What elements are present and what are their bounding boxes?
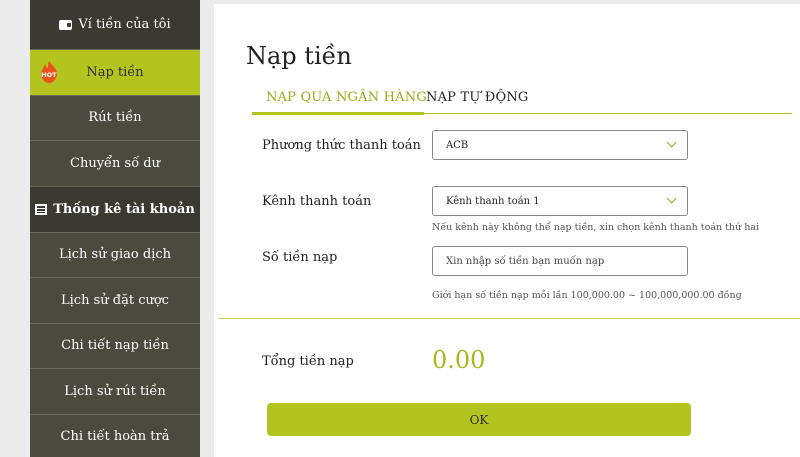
amount-input[interactable]: Xin nhập số tiền bạn muốn nạp	[432, 246, 688, 276]
chevron-down-icon	[666, 137, 677, 148]
table-icon	[35, 203, 48, 215]
payment-method-value: ACB	[446, 139, 469, 151]
ok-button[interactable]: OK	[267, 403, 691, 436]
wallet-icon	[59, 19, 73, 30]
tab-auto-deposit[interactable]: NẠP TỰ ĐỘNG	[426, 90, 529, 105]
sidebar-header-wallet[interactable]: Ví tiền của tôi	[30, 0, 200, 50]
sidebar-item-withdraw-history[interactable]: Lịch sử rút tiền	[30, 369, 200, 415]
chevron-down-icon	[666, 193, 677, 204]
sidebar-item-label: Chuyển số dư	[70, 155, 160, 171]
deposit-panel: Nạp tiền NẠP QUA NGÂN HÀNG NẠP TỰ ĐỘNG P…	[214, 4, 800, 457]
sidebar-item-label: Rút tiền	[88, 110, 142, 126]
total-value: 0.00	[432, 346, 486, 374]
sidebar-item-label: Nạp tiền	[86, 64, 144, 80]
sidebar-item-label: Lịch sử rút tiền	[64, 383, 166, 399]
tab-bar: NẠP QUA NGÂN HÀNG NẠP TỰ ĐỘNG	[252, 90, 792, 115]
channel-select[interactable]: Kênh thanh toán 1	[432, 186, 688, 216]
page-title: Nạp tiền	[246, 42, 352, 70]
sidebar-item-deposit-details[interactable]: Chi tiết nạp tiền	[30, 324, 200, 369]
channel-label: Kênh thanh toán	[262, 194, 372, 209]
amount-hint: Giới hạn số tiền nạp mỗi lần 100,000.00 …	[432, 290, 742, 301]
sidebar-item-bet-history[interactable]: Lịch sử đặt cược	[30, 278, 200, 324]
sidebar-header-label: Thống kê tài khoản	[53, 201, 195, 217]
total-label: Tổng tiền nạp	[262, 354, 354, 369]
sidebar: Ví tiền của tôi HOT Nạp tiền Rút tiền Ch…	[30, 0, 200, 457]
sidebar-item-label: Lịch sử đặt cược	[61, 292, 169, 308]
divider	[218, 318, 800, 319]
channel-hint: Nếu kênh này không thể nạp tiền, xin chọ…	[432, 222, 760, 233]
sidebar-item-label: Chi tiết hoàn trả	[60, 429, 170, 445]
tab-bank-deposit[interactable]: NẠP QUA NGÂN HÀNG	[266, 90, 427, 105]
svg-text:HOT: HOT	[41, 71, 57, 79]
sidebar-item-label: Lịch sử giao dịch	[58, 247, 172, 263]
payment-method-select[interactable]: ACB	[432, 130, 688, 160]
sidebar-item-deposit[interactable]: HOT Nạp tiền	[30, 50, 200, 96]
payment-method-label: Phương thức thanh toán	[262, 138, 421, 153]
sidebar-header-stats[interactable]: Thống kê tài khoản	[30, 186, 200, 233]
amount-label: Số tiền nạp	[262, 250, 338, 265]
sidebar-item-label: Chi tiết nạp tiền	[61, 338, 169, 354]
sidebar-item-transaction-history[interactable]: Lịch sử giao dịch	[30, 233, 200, 278]
sidebar-item-withdraw[interactable]: Rút tiền	[30, 96, 200, 141]
channel-value: Kênh thanh toán 1	[446, 195, 540, 207]
sidebar-item-refund-details[interactable]: Chi tiết hoàn trả	[30, 415, 200, 457]
hot-icon: HOT	[41, 61, 57, 83]
sidebar-header-label: Ví tiền của tôi	[78, 17, 171, 32]
active-tab-indicator	[252, 112, 424, 115]
sidebar-item-transfer[interactable]: Chuyển số dư	[30, 141, 200, 187]
amount-placeholder: Xin nhập số tiền bạn muốn nạp	[446, 255, 605, 267]
